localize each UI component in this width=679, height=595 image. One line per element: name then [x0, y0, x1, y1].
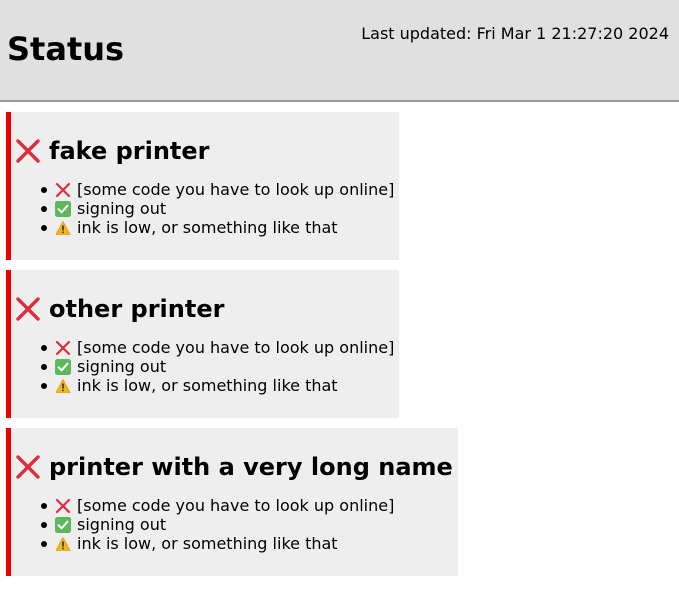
- bullet: [41, 206, 47, 212]
- bullet: [41, 187, 47, 193]
- last-updated-timestamp: Last updated: Fri Mar 1 21:27:20 2024: [361, 24, 669, 43]
- status-item-text: [some code you have to look up online]: [77, 496, 395, 515]
- printer-status-list: [some code you have to look up online] s…: [15, 496, 453, 553]
- status-item-text: signing out: [77, 515, 167, 534]
- status-item-warning: ink is low, or something like that: [41, 534, 453, 553]
- status-item-text: [some code you have to look up online]: [77, 180, 395, 199]
- cross-mark-icon: [16, 139, 40, 163]
- printer-title: fake printer: [15, 136, 394, 166]
- cross-mark-icon: [55, 340, 71, 355]
- printer-title: other printer: [15, 294, 394, 324]
- status-item-text: ink is low, or something like that: [77, 376, 338, 395]
- bullet: [41, 364, 47, 370]
- warning-icon: [55, 220, 71, 235]
- bullet: [41, 345, 47, 351]
- status-item-ok: signing out: [41, 357, 394, 376]
- printer-title: printer with a very long name: [15, 452, 453, 482]
- status-item-error: [some code you have to look up online]: [41, 496, 453, 515]
- printer-status-list: [some code you have to look up online] s…: [15, 338, 394, 395]
- warning-icon: [55, 536, 71, 551]
- status-item-warning: ink is low, or something like that: [41, 218, 394, 237]
- status-item-text: signing out: [77, 357, 167, 376]
- cross-mark-icon: [55, 182, 71, 197]
- status-item-text: ink is low, or something like that: [77, 534, 338, 553]
- printer-name: printer with a very long name: [49, 453, 453, 481]
- status-item-text: signing out: [77, 199, 167, 218]
- bullet: [41, 225, 47, 231]
- status-item-error: [some code you have to look up online]: [41, 338, 395, 357]
- printer-card: other printer [some code you have to loo…: [6, 270, 400, 418]
- status-item-ok: signing out: [41, 515, 453, 534]
- printer-list: fake printer [some code you have to look…: [0, 102, 679, 586]
- status-item-error: [some code you have to look up online]: [41, 180, 395, 199]
- check-mark-icon: [55, 358, 71, 375]
- bullet: [41, 383, 47, 389]
- page-title: Status: [7, 30, 125, 68]
- bullet: [41, 522, 47, 528]
- status-item-text: [some code you have to look up online]: [77, 338, 395, 357]
- cross-mark-icon: [16, 455, 40, 479]
- bullet: [41, 503, 47, 509]
- check-mark-icon: [55, 516, 71, 533]
- page-header: Status Last updated: Fri Mar 1 21:27:20 …: [0, 0, 679, 102]
- check-mark-icon: [55, 200, 71, 217]
- status-item-ok: signing out: [41, 199, 394, 218]
- printer-status-list: [some code you have to look up online] s…: [15, 180, 394, 237]
- cross-mark-icon: [55, 498, 71, 513]
- printer-name: other printer: [49, 295, 225, 323]
- bullet: [41, 541, 47, 547]
- printer-card: printer with a very long name [some code…: [6, 428, 458, 576]
- printer-name: fake printer: [49, 137, 210, 165]
- status-item-warning: ink is low, or something like that: [41, 376, 394, 395]
- printer-card: fake printer [some code you have to look…: [6, 112, 400, 260]
- warning-icon: [55, 378, 71, 393]
- status-item-text: ink is low, or something like that: [77, 218, 338, 237]
- cross-mark-icon: [16, 297, 40, 321]
